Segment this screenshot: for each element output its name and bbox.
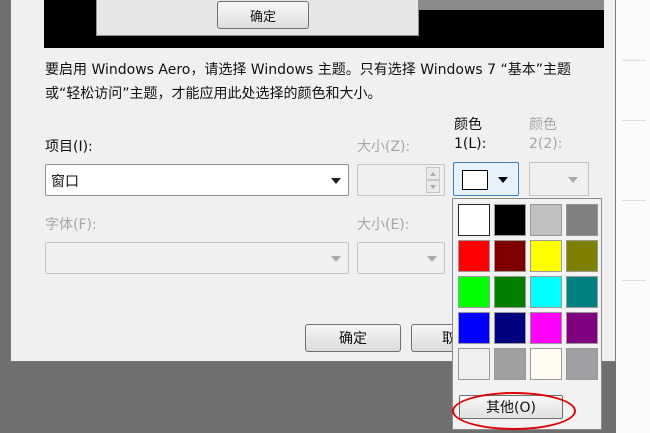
preview-ok-button: 确定 bbox=[217, 1, 309, 29]
color-swatch[interactable] bbox=[494, 240, 526, 272]
color2-label-line1: 颜色 bbox=[529, 117, 557, 133]
item-label: 项目(I): bbox=[45, 139, 93, 155]
color1-picker-button[interactable] bbox=[453, 162, 519, 196]
font-select[interactable] bbox=[45, 242, 349, 274]
chevron-down-icon bbox=[331, 178, 341, 184]
item-select-value: 窗口 bbox=[51, 174, 79, 190]
color-swatch[interactable] bbox=[458, 312, 490, 344]
color-swatch[interactable] bbox=[566, 276, 598, 308]
color-swatch[interactable] bbox=[566, 204, 598, 236]
color-swatch[interactable] bbox=[458, 240, 490, 272]
color-swatch[interactable] bbox=[494, 312, 526, 344]
color-swatch[interactable] bbox=[530, 276, 562, 308]
color-swatch[interactable] bbox=[530, 240, 562, 272]
item-select[interactable]: 窗口 bbox=[45, 164, 349, 196]
color-swatch[interactable] bbox=[494, 276, 526, 308]
font-size-label: 大小(E): bbox=[357, 217, 410, 233]
font-label: 字体(F): bbox=[45, 217, 97, 233]
spin-up-icon[interactable] bbox=[426, 167, 440, 180]
color-swatch[interactable] bbox=[566, 312, 598, 344]
red-annotation-circle bbox=[452, 392, 576, 430]
color2-picker-button[interactable] bbox=[529, 162, 589, 196]
aero-description: 要启用 Windows Aero，请选择 Windows 主题。只有选择 Win… bbox=[45, 62, 572, 102]
ok-button[interactable]: 确定 bbox=[305, 324, 401, 352]
color-swatch[interactable] bbox=[530, 348, 562, 380]
size-label: 大小(Z): bbox=[357, 139, 411, 155]
color-swatch[interactable] bbox=[566, 240, 598, 272]
chevron-down-icon bbox=[568, 177, 578, 183]
color-swatch[interactable] bbox=[494, 204, 526, 236]
color1-label-line2: 1(L): bbox=[454, 136, 487, 152]
background-window-edge bbox=[616, 0, 650, 433]
color1-swatch bbox=[462, 170, 488, 190]
chevron-down-icon bbox=[331, 256, 341, 262]
color-palette-grid bbox=[458, 204, 598, 380]
color-swatch[interactable] bbox=[458, 348, 490, 380]
chevron-down-icon bbox=[427, 256, 437, 262]
chevron-down-icon bbox=[498, 177, 508, 183]
color-swatch[interactable] bbox=[458, 276, 490, 308]
preview-scrollbar bbox=[419, 0, 604, 10]
font-size-select[interactable] bbox=[357, 242, 445, 274]
preview-dialog: 确定 bbox=[96, 0, 419, 36]
color1-label-line1: 颜色 bbox=[454, 117, 482, 133]
color-swatch[interactable] bbox=[530, 204, 562, 236]
color-swatch[interactable] bbox=[530, 312, 562, 344]
color-swatch[interactable] bbox=[566, 348, 598, 380]
size-spin-buttons bbox=[426, 167, 442, 193]
color2-label-line2: 2(2): bbox=[529, 136, 563, 152]
spin-down-icon[interactable] bbox=[426, 180, 440, 193]
color-swatch[interactable] bbox=[458, 204, 490, 236]
size-spinner[interactable] bbox=[357, 164, 445, 196]
theme-preview: 确定 bbox=[44, 0, 604, 48]
color-swatch[interactable] bbox=[494, 348, 526, 380]
